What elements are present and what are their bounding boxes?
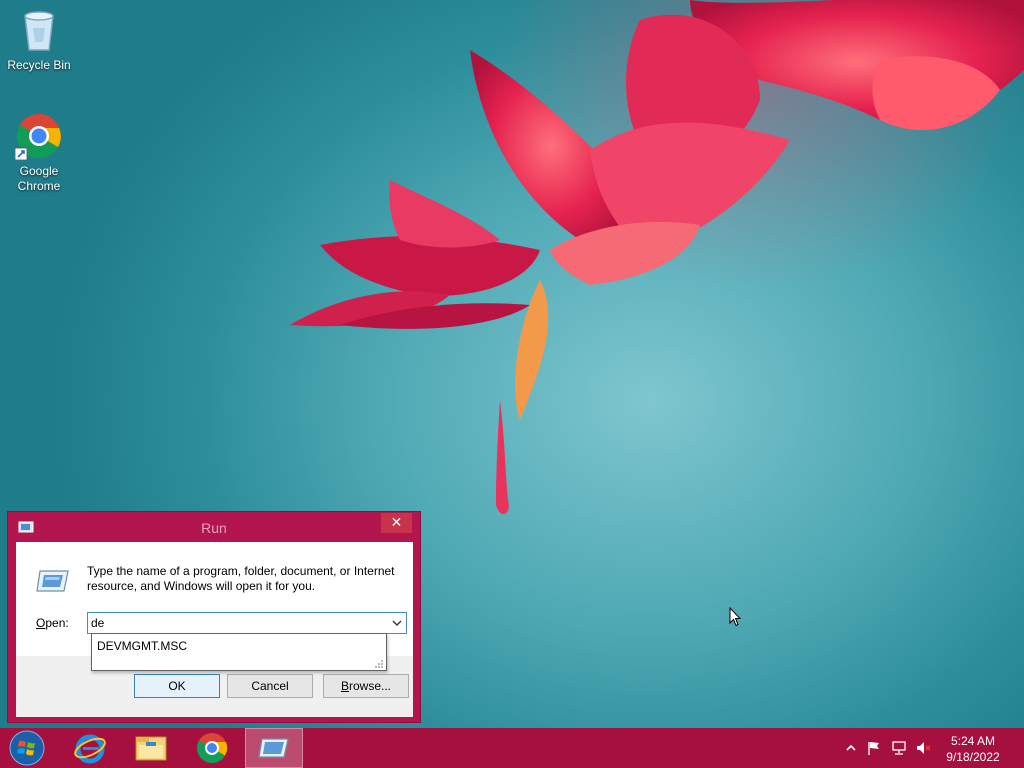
clock-time: 5:24 AM [950, 734, 996, 748]
taskbar-file-explorer[interactable] [122, 728, 180, 768]
show-hidden-icons-icon[interactable] [843, 740, 859, 756]
browse-button[interactable]: Browse... [323, 674, 409, 698]
cancel-button[interactable]: Cancel [227, 674, 313, 698]
ok-button[interactable]: OK [134, 674, 220, 698]
run-program-icon [36, 568, 70, 594]
system-clock[interactable]: 5:24 AM 9/18/2022 [940, 733, 1006, 765]
volume-muted-icon[interactable] [915, 740, 931, 756]
taskbar: 5:24 AM 9/18/2022 [0, 728, 1024, 768]
mouse-cursor-icon [729, 607, 741, 627]
autocomplete-dropdown: DEVMGMT.MSC [91, 633, 387, 671]
chrome-icon [14, 112, 63, 161]
action-center-flag-icon[interactable] [866, 740, 882, 756]
file-explorer-icon [135, 736, 167, 761]
title-bar[interactable]: Run ✕ [8, 512, 420, 541]
internet-explorer-icon [74, 734, 106, 764]
network-icon[interactable] [891, 740, 907, 756]
autocomplete-item[interactable]: DEVMGMT.MSC [97, 639, 187, 653]
dialog-body: Type the name of a program, folder, docu… [16, 542, 413, 717]
start-icon [9, 730, 45, 766]
dialog-title: Run [201, 520, 227, 536]
run-dialog: Run ✕ Type the name of a program, folder… [7, 511, 421, 723]
taskbar-internet-explorer[interactable] [61, 728, 119, 768]
run-icon [258, 738, 289, 758]
open-combobox[interactable] [87, 612, 407, 634]
open-input[interactable] [91, 615, 381, 631]
resize-grip-icon[interactable] [374, 658, 384, 668]
open-label: Open: [36, 616, 69, 630]
desktop-icon-google-chrome[interactable]: Google Chrome [1, 112, 77, 194]
close-button[interactable]: ✕ [381, 513, 412, 533]
desktop-icon-label: Recycle Bin [7, 58, 71, 72]
taskbar-run[interactable] [245, 728, 303, 768]
dialog-description: Type the name of a program, folder, docu… [87, 564, 395, 593]
start-button[interactable] [0, 728, 58, 768]
recycle-bin-icon [15, 6, 63, 54]
desktop-icon-label: Google Chrome [17, 164, 61, 193]
taskbar-chrome[interactable] [183, 728, 241, 768]
chrome-icon [197, 733, 228, 763]
desktop-icon-recycle-bin[interactable]: Recycle Bin [1, 6, 77, 73]
clock-date: 9/18/2022 [946, 750, 1000, 764]
chevron-down-icon[interactable] [391, 616, 403, 630]
